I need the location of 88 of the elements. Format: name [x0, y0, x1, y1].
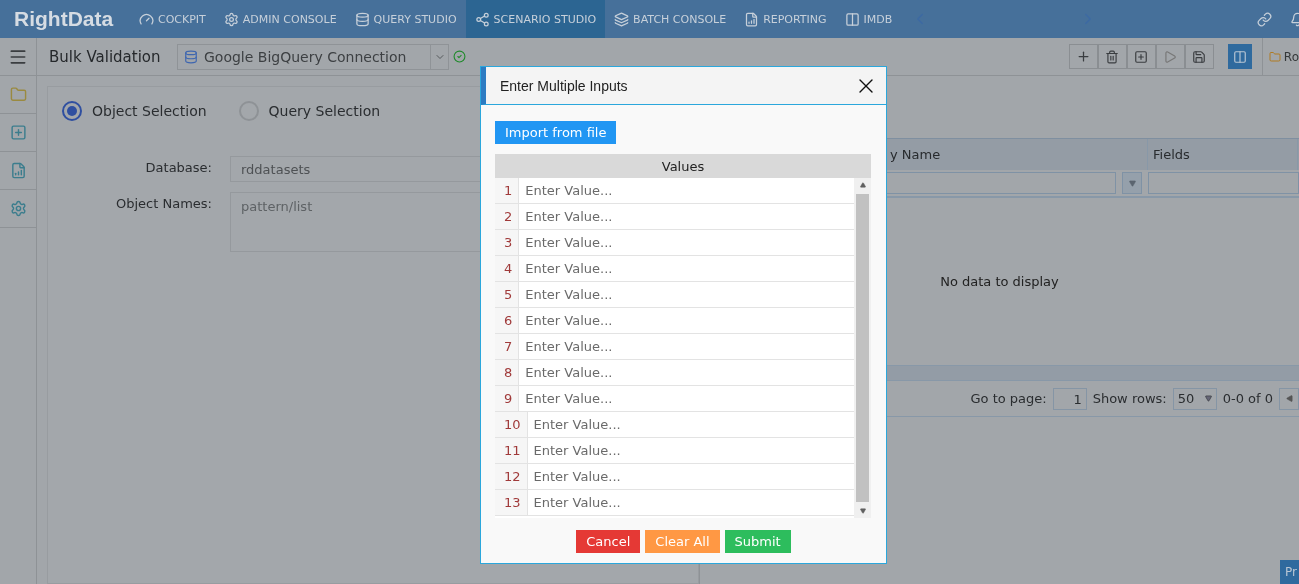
plus-icon — [1075, 49, 1091, 64]
folder-link[interactable]: Ro — [1261, 37, 1299, 76]
clear-button[interactable]: Clear All — [645, 530, 720, 553]
column-header[interactable]: Fields — [1148, 139, 1298, 170]
value-field[interactable]: Enter Value... — [527, 412, 854, 438]
gauge-icon — [139, 11, 154, 27]
value-field[interactable]: Enter Value... — [519, 334, 854, 360]
value-field[interactable]: Enter Value... — [519, 204, 854, 230]
report-icon[interactable] — [9, 162, 27, 179]
import-button[interactable]: Import from file — [495, 121, 617, 144]
logo: RightData — [13, 6, 115, 32]
submit-button[interactable]: Submit — [724, 530, 791, 553]
plus-square-icon[interactable] — [9, 124, 27, 141]
save-icon — [1192, 49, 1207, 64]
nav-tab[interactable]: ADMIN CONSOLE — [214, 0, 346, 38]
nav-tab[interactable]: BATCH CONSOLE — [605, 0, 736, 38]
up-arrow-icon[interactable] — [859, 182, 866, 188]
gear-icon[interactable] — [9, 200, 27, 217]
goto-label: Go to page: — [970, 391, 1047, 406]
value-field[interactable]: Enter Value... — [527, 464, 854, 490]
preview-button[interactable]: Pr — [1280, 560, 1299, 584]
field-label: Database: — [144, 159, 212, 177]
row-number: 10 — [495, 412, 528, 438]
link-icon[interactable] — [1257, 11, 1272, 27]
trash-icon — [1105, 49, 1120, 64]
row-number: 2 — [495, 204, 520, 230]
add-box-button[interactable] — [1126, 44, 1156, 69]
columns-icon — [844, 11, 860, 27]
row-number: 8 — [495, 360, 520, 386]
row-number: 13 — [495, 490, 528, 516]
value-field[interactable]: Enter Value... — [519, 308, 854, 334]
nav-tab[interactable]: IMDB — [835, 0, 902, 38]
folder-icon — [1268, 50, 1281, 63]
page-range: 0-0 of 0 — [1222, 391, 1273, 406]
caret-icon — [1128, 179, 1136, 187]
value-field[interactable]: Enter Value... — [519, 256, 854, 282]
page-field[interactable]: 1 — [1052, 387, 1087, 410]
database-icon — [354, 11, 370, 27]
report-icon — [744, 11, 760, 27]
layers-icon — [614, 11, 630, 27]
scrollbar[interactable] — [854, 178, 871, 518]
add-button[interactable] — [1068, 44, 1098, 69]
delete-button[interactable] — [1097, 44, 1127, 69]
value-field[interactable]: Enter Value... — [527, 438, 854, 464]
field-label: Object Names: — [115, 195, 212, 213]
nav-tab[interactable]: SCENARIO STUDIO — [465, 0, 606, 38]
gear-icon — [223, 11, 239, 27]
nav-tab[interactable]: COCKPIT — [130, 0, 215, 38]
radio-option[interactable]: Object Selection — [62, 101, 207, 121]
database-icon — [184, 49, 198, 64]
left-arrow-icon — [1285, 395, 1293, 402]
column-header: Values — [495, 154, 871, 178]
rows-select[interactable]: 50 — [1172, 387, 1217, 410]
plus-square-icon — [1134, 49, 1149, 64]
filter-field[interactable] — [1148, 172, 1299, 194]
columns-icon — [1232, 49, 1247, 64]
row-number: 3 — [495, 230, 520, 256]
nodes-icon — [474, 11, 490, 27]
row-number: 12 — [495, 464, 528, 490]
value-field[interactable]: Enter Value... — [519, 230, 854, 256]
row-number: 6 — [495, 308, 520, 334]
rows-label: Show rows: — [1092, 391, 1167, 406]
cancel-button[interactable]: Cancel — [576, 530, 641, 553]
play-icon — [1163, 49, 1178, 64]
layout-button[interactable] — [1227, 44, 1252, 69]
row-number: 7 — [495, 334, 520, 360]
nav-tab[interactable]: REPORTING — [735, 0, 836, 38]
dialog-title: Enter Multiple Inputs — [500, 77, 628, 94]
row-number: 9 — [495, 386, 520, 412]
down-arrow-icon[interactable] — [859, 508, 866, 514]
value-field[interactable]: Enter Value... — [527, 490, 854, 516]
save-button[interactable] — [1184, 44, 1214, 69]
caret-icon — [1204, 395, 1212, 402]
row-number: 5 — [495, 282, 520, 308]
row-number: 1 — [495, 178, 520, 204]
filter-dropdown[interactable] — [1122, 172, 1142, 194]
empty-message: No data to display — [940, 274, 1059, 289]
prev-page-button[interactable] — [1279, 387, 1299, 410]
value-field[interactable]: Enter Value... — [519, 386, 854, 412]
nav-tab[interactable]: QUERY STUDIO — [345, 0, 466, 38]
radio-option[interactable]: Query Selection — [238, 101, 381, 121]
row-number: 4 — [495, 256, 520, 282]
page-title: Bulk Validation — [49, 47, 162, 66]
connection-select[interactable]: Google BigQuery Connection — [177, 43, 449, 70]
value-field[interactable]: Enter Value... — [519, 360, 854, 386]
value-field[interactable]: Enter Value... — [519, 178, 854, 204]
value-field[interactable]: Enter Value... — [519, 282, 854, 308]
row-number: 11 — [495, 438, 528, 464]
